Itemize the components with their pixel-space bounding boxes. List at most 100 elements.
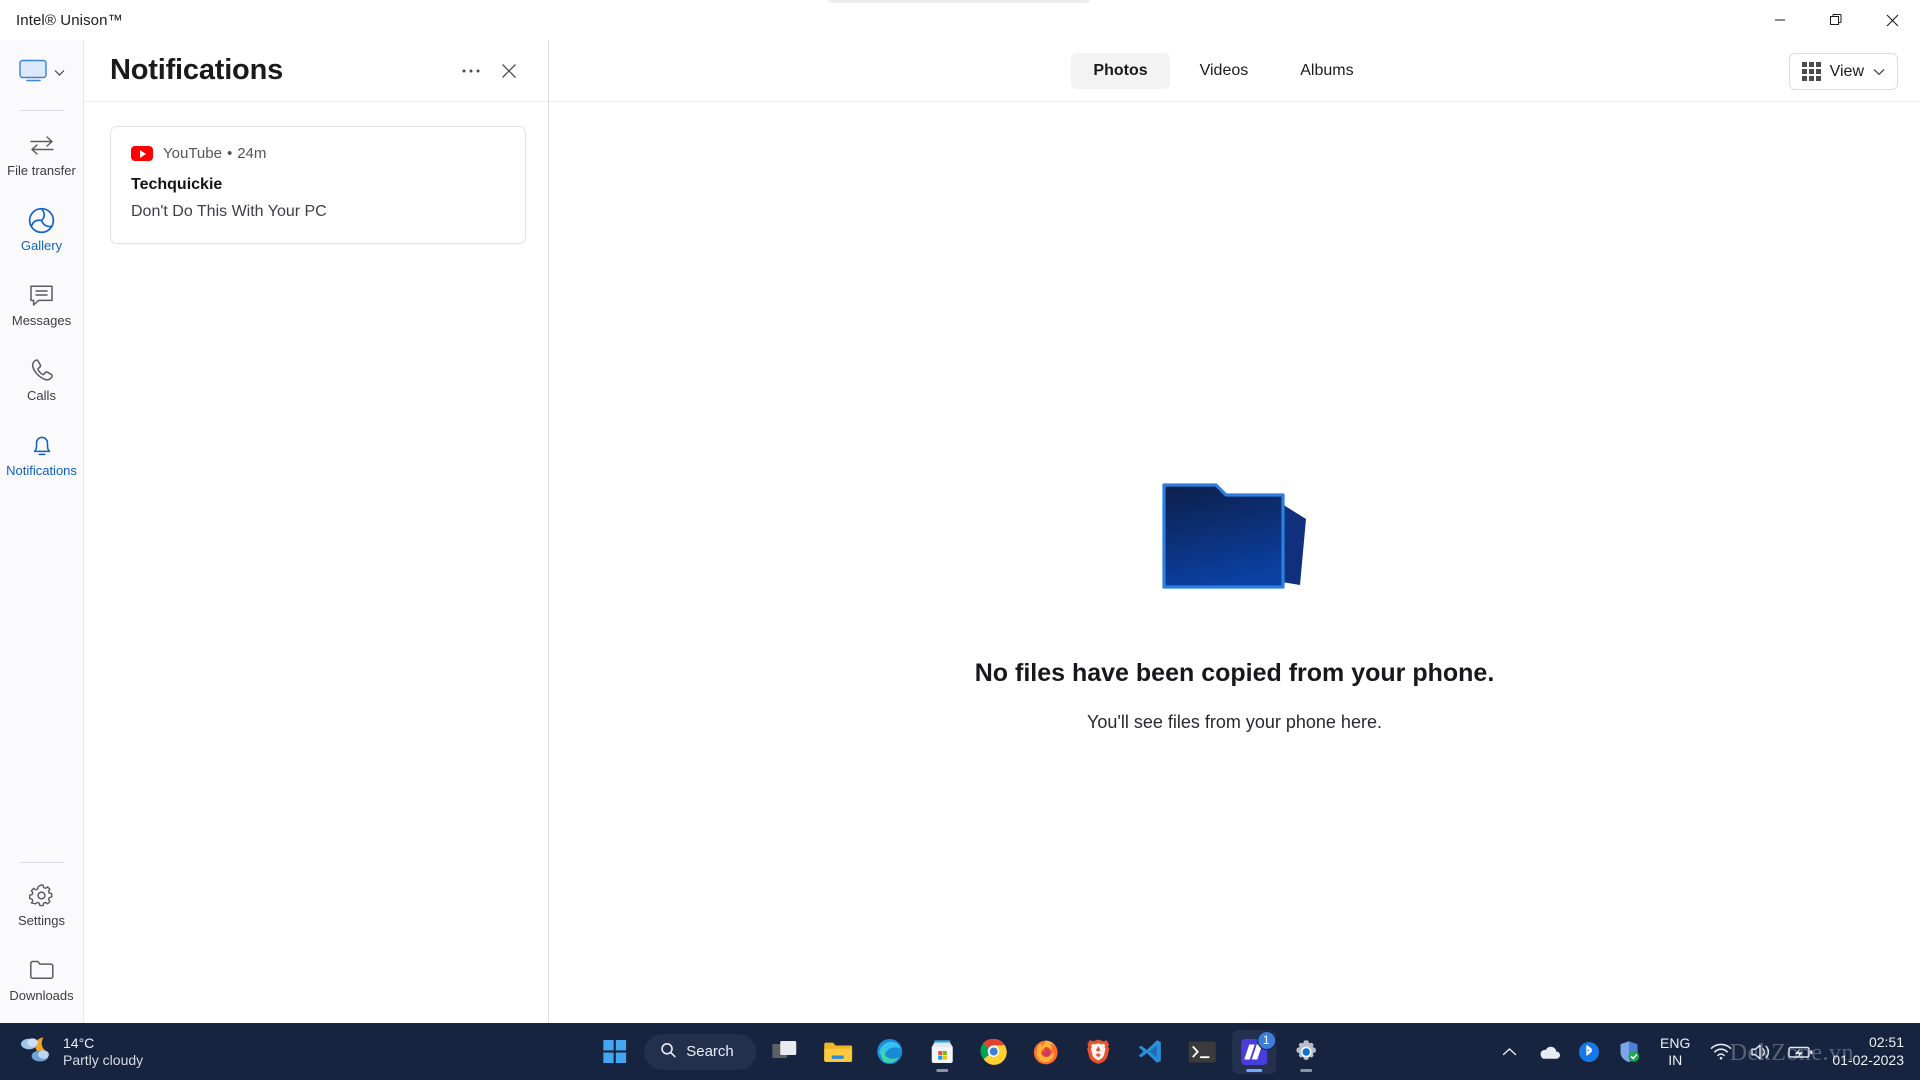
view-button-label: View [1830, 63, 1864, 81]
maximize-restore-button[interactable] [1808, 0, 1864, 40]
navigation-rail: File transfer Gallery [0, 40, 84, 1023]
rail-bottom-section: Settings Downloads [0, 856, 83, 1023]
clock[interactable]: 02:51 01-02-2023 [1828, 1034, 1904, 1069]
notification-card[interactable]: YouTube • 24m Techquickie Don't Do This … [110, 126, 526, 244]
taskbar-microsoft-edge[interactable] [868, 1030, 912, 1074]
folder-icon [29, 957, 55, 983]
language-line-2: IN [1668, 1052, 1682, 1069]
window-controls [1752, 0, 1920, 40]
device-selector[interactable] [9, 50, 75, 96]
page-title: Notifications [110, 54, 283, 87]
taskbar-file-explorer[interactable] [816, 1030, 860, 1074]
sidebar-item-label: Gallery [21, 239, 62, 252]
empty-state-subtitle: You'll see files from your phone here. [1087, 712, 1382, 733]
moon-cloud-icon [18, 1034, 52, 1069]
rail-divider-bottom [20, 862, 64, 863]
taskbar-brave-browser[interactable] [1076, 1030, 1120, 1074]
sidebar-item-calls[interactable]: Calls [0, 348, 84, 409]
sidebar-item-messages[interactable]: Messages [0, 273, 84, 334]
taskbar-search[interactable]: Search [644, 1034, 756, 1070]
view-button[interactable]: View [1789, 53, 1898, 90]
gallery-header: Photos Videos Albums View [549, 40, 1920, 102]
intel-unison-window: Intel® Unison™ [0, 0, 1920, 1023]
phone-icon [29, 357, 54, 383]
more-options-button[interactable] [454, 54, 488, 88]
system-tray: DekZone.vn ENG IN [1496, 1034, 1920, 1069]
sidebar-item-label: Downloads [9, 989, 73, 1002]
running-indicator [1300, 1069, 1312, 1072]
notifications-header: Notifications [84, 40, 548, 102]
sidebar-item-label: File transfer [7, 164, 76, 177]
sidebar-item-label: Messages [12, 314, 71, 327]
chevron-up-icon[interactable] [1496, 1039, 1522, 1065]
taskbar-visual-studio-code[interactable] [1128, 1030, 1172, 1074]
taskbar-settings[interactable] [1284, 1030, 1328, 1074]
tab-videos[interactable]: Videos [1178, 53, 1271, 89]
running-indicator [936, 1069, 948, 1072]
monitor-icon [19, 59, 49, 88]
window-titlebar: Intel® Unison™ [0, 0, 1920, 40]
message-icon [29, 282, 54, 308]
language-indicator[interactable]: ENG IN [1656, 1035, 1694, 1069]
notification-meta: YouTube • 24m [131, 145, 505, 162]
chevron-down-icon [1873, 64, 1885, 79]
start-button[interactable] [592, 1030, 636, 1074]
app-body: File transfer Gallery [0, 40, 1920, 1023]
sidebar-item-file-transfer[interactable]: File transfer [0, 123, 84, 184]
empty-state-title: No files have been copied from your phon… [975, 659, 1495, 688]
sidebar-item-label: Notifications [6, 464, 77, 477]
chevron-down-icon [54, 64, 65, 82]
notification-time: 24m [237, 145, 266, 162]
window-tab-peek [828, 0, 1090, 3]
gallery-empty-state: No files have been copied from your phon… [549, 102, 1920, 1023]
sidebar-item-downloads[interactable]: Downloads [0, 948, 84, 1009]
battery-icon[interactable] [1788, 1039, 1814, 1065]
notifications-header-actions [454, 54, 526, 88]
notification-app-name: YouTube [163, 145, 222, 162]
transfer-icon [29, 132, 55, 158]
tab-albums[interactable]: Albums [1278, 53, 1375, 89]
notification-body: Don't Do This With Your PC [131, 203, 505, 221]
clock-date: 01-02-2023 [1832, 1052, 1904, 1070]
taskbar-intel-unison[interactable]: 1 [1232, 1030, 1276, 1074]
notifications-list: YouTube • 24m Techquickie Don't Do This … [84, 102, 548, 244]
running-indicator [1246, 1069, 1262, 1072]
taskbar-terminal[interactable] [1180, 1030, 1224, 1074]
clock-time: 02:51 [1869, 1034, 1904, 1052]
rail-divider [20, 110, 64, 111]
taskbar-center: Search [592, 1030, 1328, 1074]
notification-separator: • [227, 145, 232, 162]
sidebar-item-label: Calls [27, 389, 56, 402]
minimize-button[interactable] [1752, 0, 1808, 40]
sidebar-item-settings[interactable]: Settings [0, 873, 84, 934]
notification-headline: Techquickie [131, 176, 505, 194]
weather-temperature: 14°C [63, 1035, 143, 1052]
notifications-panel: Notifications [84, 40, 549, 1023]
windows-taskbar: 14°C Partly cloudy Search [0, 1023, 1920, 1080]
close-button[interactable] [1864, 0, 1920, 40]
tab-photos[interactable]: Photos [1071, 53, 1169, 89]
sidebar-item-label: Settings [18, 914, 65, 927]
youtube-icon [131, 146, 153, 161]
grid-icon [1802, 62, 1821, 81]
taskbar-microsoft-store[interactable] [920, 1030, 964, 1074]
search-icon [660, 1042, 676, 1062]
weather-text: 14°C Partly cloudy [63, 1035, 143, 1068]
close-panel-button[interactable] [492, 54, 526, 88]
defender-icon[interactable] [1616, 1039, 1642, 1065]
bluetooth-icon[interactable] [1576, 1039, 1602, 1065]
aperture-icon [28, 207, 55, 233]
sidebar-item-notifications[interactable]: Notifications [0, 423, 84, 484]
wifi-icon[interactable] [1708, 1039, 1734, 1065]
weather-description: Partly cloudy [63, 1052, 143, 1069]
volume-icon[interactable] [1748, 1039, 1774, 1065]
onedrive-icon[interactable] [1536, 1039, 1562, 1065]
taskbar-task-view[interactable] [764, 1030, 808, 1074]
taskbar-google-chrome[interactable] [972, 1030, 1016, 1074]
language-line-1: ENG [1660, 1035, 1690, 1052]
taskbar-mozilla-firefox[interactable] [1024, 1030, 1068, 1074]
weather-widget[interactable]: 14°C Partly cloudy [0, 1034, 250, 1069]
app-title: Intel® Unison™ [16, 12, 123, 29]
gallery-content: Photos Videos Albums View [549, 40, 1920, 1023]
sidebar-item-gallery[interactable]: Gallery [0, 198, 84, 259]
